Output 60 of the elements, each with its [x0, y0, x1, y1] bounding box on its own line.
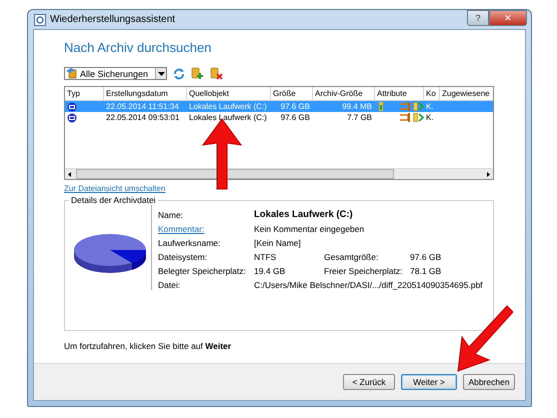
- group-title: Details der Archivdatei: [70, 195, 157, 205]
- archive-row[interactable]: 22.05.2014 09:53:01 Lokales Laufwerk (C:) 97.6 GB 7.7 GB K.: [65, 112, 493, 123]
- field-value: Kein Kommentar eingegeben: [254, 224, 364, 234]
- battery-icon: [379, 102, 383, 111]
- wizard-button[interactable]: Weiter >: [401, 374, 457, 390]
- annotation-arrow: [455, 304, 513, 374]
- file-view-link[interactable]: Zur Dateiansicht umschalten: [64, 184, 166, 193]
- add-archive-icon[interactable]: [191, 67, 204, 80]
- field-value: 78.1 GB: [410, 266, 442, 276]
- app-icon: [34, 14, 46, 26]
- field-label: Belegter Speicherplatz:: [158, 266, 247, 276]
- ko-cell-text: K.: [425, 113, 435, 122]
- refresh-icon[interactable]: [173, 68, 185, 80]
- column-header[interactable]: Attribute: [375, 87, 424, 100]
- field-value: 19.4 GB: [254, 266, 286, 276]
- link-icon: [400, 113, 411, 122]
- field-label: Freier Speicherplatz:: [324, 266, 404, 276]
- source-cell-text: Lokales Laufwerk (C:): [188, 102, 268, 111]
- archive-size-cell-text: 7.7 GB: [346, 113, 373, 122]
- page-heading: Nach Archiv durchsuchen: [64, 40, 212, 55]
- field-label: Name:: [158, 210, 184, 220]
- wizard-button[interactable]: < Zurück: [343, 374, 395, 390]
- field-value: C:/Users/Mike Belschner/DASI/.../diff_220514090354695.pbf: [254, 280, 483, 290]
- field-label: Datei:: [158, 280, 182, 290]
- column-header[interactable]: Größe: [271, 87, 313, 100]
- backup-filter-dropdown[interactable]: Alle Sicherungen: [64, 67, 167, 80]
- dropdown-arrow-icon: [158, 72, 164, 76]
- archive-size-cell-text: 99.4 MB: [341, 102, 373, 111]
- comment-link[interactable]: Kommentar:: [158, 224, 254, 234]
- ko-cell-text: K.: [425, 102, 435, 111]
- column-header[interactable]: Ko: [424, 87, 440, 100]
- column-header[interactable]: Erstellungsdatum: [104, 87, 187, 100]
- field-label: Laufwerksname:: [158, 238, 222, 248]
- size-cell-text: 97.6 GB: [280, 102, 311, 111]
- column-header[interactable]: Quellobjekt: [187, 87, 271, 100]
- window-title: Wiederherstellungsassistent: [50, 14, 176, 25]
- archive-file-icon: [413, 102, 424, 111]
- field-value: [Kein Name]: [254, 238, 301, 248]
- date-cell-text: 22.05.2014 11:51:34: [105, 102, 180, 111]
- field-value: 97.6 GB: [410, 252, 442, 262]
- instruction-text: Um fortzufahren, klicken Sie bitte auf Weiter: [64, 341, 232, 351]
- link-icon: [400, 102, 411, 111]
- source-cell-text: Lokales Laufwerk (C:): [188, 113, 268, 122]
- field-value: Lokales Laufwerk (C:): [254, 209, 353, 220]
- archive-file-icon: [413, 113, 424, 122]
- disk-image-icon: [67, 112, 77, 122]
- date-cell-text: 22.05.2014 09:53:01: [105, 113, 180, 122]
- column-header[interactable]: Archiv-Größe: [313, 87, 375, 100]
- field-label: Gesamtgröße:: [324, 252, 380, 262]
- field-value: NTFS: [254, 252, 278, 262]
- field-label: Dateisystem:: [158, 252, 208, 262]
- column-header[interactable]: Zugewiesene: [440, 87, 493, 100]
- wizard-button[interactable]: Abbrechen: [463, 374, 515, 390]
- column-header[interactable]: Typ: [65, 87, 104, 100]
- size-cell-text: 97.6 GB: [280, 113, 311, 122]
- disk-image-icon: [67, 102, 77, 112]
- backup-icon: [66, 68, 78, 79]
- horizontal-scrollbar[interactable]: [65, 168, 493, 179]
- remove-archive-icon[interactable]: [210, 67, 223, 80]
- help-button[interactable]: ?: [467, 10, 489, 26]
